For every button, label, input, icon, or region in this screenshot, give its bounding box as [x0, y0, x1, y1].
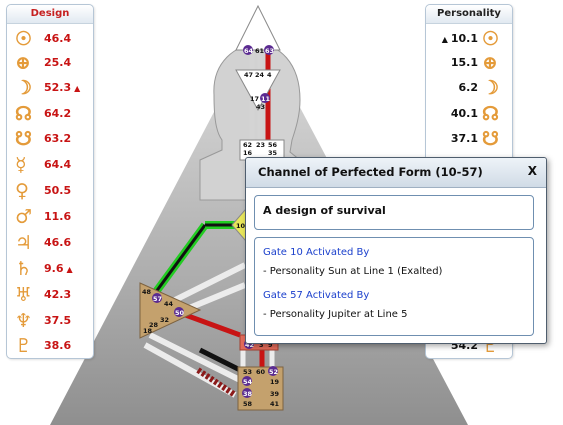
gate-label: 32 [160, 316, 169, 324]
design-row-pluto[interactable]: ♇ 38.6 [7, 335, 93, 357]
channel-subtitle: A design of survival [263, 204, 386, 217]
gate-label: 61 [255, 47, 265, 55]
gate-label: 44 [164, 300, 174, 308]
gate-label: 4 [267, 71, 272, 79]
neptune-icon: ♆ [15, 310, 33, 332]
jupiter-icon: ♃ [15, 232, 33, 254]
design-value: 64.2 [44, 107, 72, 120]
channel-description-box: A design of survival [254, 195, 534, 230]
sun-icon: ☉ [15, 28, 33, 50]
gate-57-activation: - Personality Jupiter at Line 5 [263, 309, 408, 320]
design-value: 42.3 [44, 288, 72, 301]
gate-label: 41 [270, 400, 280, 408]
north-node-icon: ☊ [482, 103, 499, 125]
design-value: 46.4 [44, 32, 72, 45]
personality-panel-title: Personality [426, 5, 512, 24]
head-center[interactable] [235, 4, 281, 51]
design-row-moon[interactable]: ☽ 52.3 ▲ [7, 77, 93, 99]
design-row-jupiter[interactable]: ♃ 46.6 [7, 232, 93, 254]
earth-icon: ⊕ [15, 52, 31, 74]
design-row-venus[interactable]: ♀ 50.5 [7, 180, 93, 202]
gate-label: 58 [243, 400, 253, 408]
design-value: 46.6 [44, 236, 72, 249]
design-row-north-node[interactable]: ☊ 64.2 [7, 103, 93, 125]
design-value: 38.6 [44, 339, 72, 352]
personality-value: 37.1 [450, 132, 478, 145]
gate-label: 64 [244, 47, 254, 55]
sun-icon: ☉ [482, 28, 500, 50]
gate-label: 19 [270, 378, 280, 386]
design-panel: Design ☉ 46.4 ⊕ 25.4 ☽ 52.3 ▲ ☊ 64.2 ☋ 63.2 ☿ 6… [6, 4, 94, 359]
gate-label: 35 [268, 149, 278, 157]
popup-title: Channel of Perfected Form (10-57) [258, 165, 483, 179]
moon-icon: ☽ [482, 77, 500, 99]
design-value: 25.4 [44, 56, 72, 69]
personality-row-earth[interactable]: 15.1 ⊕ [426, 52, 512, 74]
venus-icon: ♀ [15, 180, 29, 202]
gate-10-title[interactable]: Gate 10 Activated By [263, 247, 369, 258]
design-value: 63.2 [44, 132, 72, 145]
gate-10-activation: - Personality Sun at Line 1 (Exalted) [263, 266, 443, 277]
gate-label: 62 [243, 141, 252, 149]
design-row-mars[interactable]: ♂ 11.6 [7, 206, 93, 228]
personality-value: 40.1 [450, 107, 478, 120]
earth-icon: ⊕ [482, 52, 498, 74]
design-row-uranus[interactable]: ♅ 42.3 [7, 284, 93, 306]
uranus-icon: ♅ [15, 284, 33, 306]
design-row-earth[interactable]: ⊕ 25.4 [7, 52, 93, 74]
gate-label: 39 [270, 390, 280, 398]
gate-activations-box: Gate 10 Activated By - Personality Sun a… [254, 237, 534, 336]
design-value: 52.3 ▲ [44, 81, 81, 94]
design-row-mercury[interactable]: ☿ 64.4 [7, 154, 93, 176]
gate-label: 50 [175, 309, 185, 317]
design-value: 11.6 [44, 210, 72, 223]
mercury-icon: ☿ [15, 154, 27, 176]
close-icon[interactable]: X [528, 164, 537, 178]
gate-label: 24 [255, 71, 265, 79]
pluto-icon: ♇ [15, 335, 33, 357]
design-row-south-node[interactable]: ☋ 63.2 [7, 128, 93, 150]
personality-row-south-node[interactable]: 37.1 ☋ [426, 128, 512, 150]
personality-row-moon[interactable]: 6.2 ☽ [426, 77, 512, 99]
south-node-icon: ☋ [15, 128, 32, 150]
design-row-saturn[interactable]: ♄ 9.6 ▲ [7, 258, 93, 280]
gate-label: 11 [261, 95, 271, 103]
north-node-icon: ☊ [15, 103, 32, 125]
gate-label: 63 [265, 47, 274, 55]
design-value: 37.5 [44, 314, 72, 327]
design-value: 64.4 [44, 158, 72, 171]
gate-label: 43 [256, 103, 265, 111]
gate-label: 48 [142, 288, 152, 296]
south-node-icon: ☋ [482, 128, 499, 150]
gate-label: 56 [268, 141, 278, 149]
personality-value: 15.1 [450, 56, 478, 69]
gate-57-title[interactable]: Gate 57 Activated By [263, 290, 369, 301]
gate-label: 47 [244, 71, 253, 79]
gate-label: 52 [269, 368, 278, 376]
moon-icon: ☽ [15, 77, 33, 99]
personality-value: 6.2 [458, 81, 479, 94]
personality-value: ▲ 10.1 [441, 32, 478, 45]
design-value: 50.5 [44, 184, 72, 197]
design-value: 9.6 ▲ [44, 262, 73, 275]
gate-label: 60 [256, 368, 266, 376]
gate-label: 54 [243, 378, 253, 386]
popup-header: Channel of Perfected Form (10-57) X [246, 158, 546, 188]
channel-popup: Channel of Perfected Form (10-57) X A de… [245, 157, 547, 344]
personality-row-sun[interactable]: ▲ 10.1 ☉ [426, 28, 512, 50]
gate-label: 53 [243, 368, 252, 376]
gate-label: 23 [256, 141, 265, 149]
personality-row-north-node[interactable]: 40.1 ☊ [426, 103, 512, 125]
gate-label: 57 [153, 295, 162, 303]
gate-label: 16 [243, 149, 253, 157]
design-panel-title: Design [7, 5, 93, 24]
saturn-icon: ♄ [15, 258, 33, 280]
gate-label: 38 [243, 390, 253, 398]
design-row-neptune[interactable]: ♆ 37.5 [7, 310, 93, 332]
gate-label: 17 [250, 95, 259, 103]
gate-label: 18 [143, 327, 153, 335]
mars-icon: ♂ [15, 206, 33, 228]
design-row-sun[interactable]: ☉ 46.4 [7, 28, 93, 50]
